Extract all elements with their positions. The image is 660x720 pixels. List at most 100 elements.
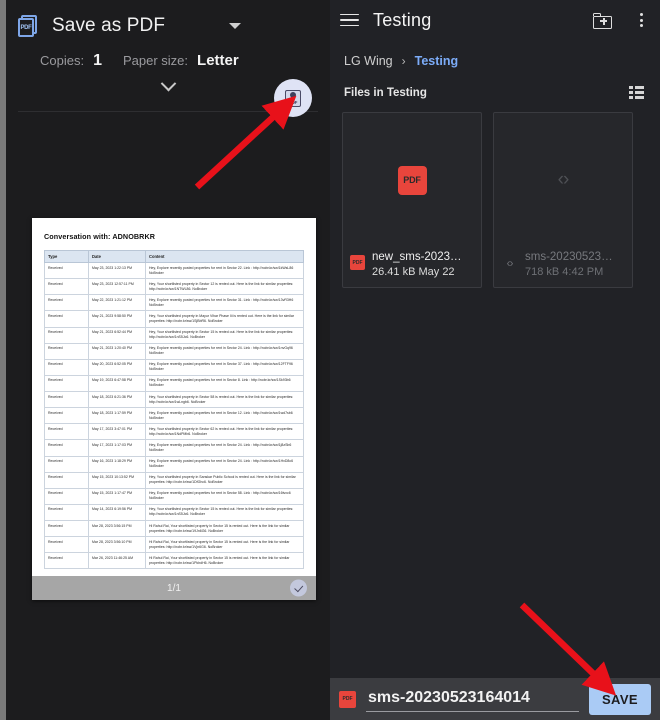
cell-content: Hi Rahul Rai, Your shortlisted property … [145, 553, 303, 569]
pdf-icon: PDF [339, 691, 356, 708]
cell-date: May 16, 2023 1:18:29 PM [89, 456, 146, 472]
cell-type: Received [45, 327, 89, 343]
cell-type: Received [45, 392, 89, 408]
cell-date: May 18, 2023 6:21:36 PM [89, 392, 146, 408]
list-view-icon[interactable] [629, 86, 644, 99]
column-header-type: Type [45, 251, 89, 263]
destination-label: Save as PDF [52, 15, 165, 37]
table-row: ReceivedMar 28, 2023 3:56:10 PMHi Rahul … [45, 537, 304, 553]
file-grid: PDF PDF new_sms-2023… 26.41 kB May 22 ‹› [330, 99, 660, 288]
file-picker-appbar: Testing [330, 0, 660, 40]
cell-date: May 15, 2023 1:17:47 PM [89, 488, 146, 504]
cell-content: Hey, Your shortlisted property in Sector… [145, 279, 303, 295]
table-row: ReceivedMay 23, 2023 1:22:13 PMHey, Expl… [45, 263, 304, 279]
document-heading: Conversation with: ADNOBRKR [44, 232, 304, 241]
paper-size-label: Paper size: [123, 53, 188, 68]
table-row: ReceivedMay 23, 2023 12:57:11 PMHey, You… [45, 279, 304, 295]
caret-down-icon[interactable] [229, 23, 241, 29]
save-button[interactable]: SAVE [589, 684, 651, 715]
cell-content: Hey, Your shortlisted property in Mayur … [145, 311, 303, 327]
pdf-preview-page[interactable]: Conversation with: ADNOBRKR Type Date Co… [32, 218, 316, 600]
filename-input[interactable] [366, 687, 579, 712]
file-card-code[interactable]: ‹› ‹› sms-20230523… 718 kB 4:42 PM [493, 112, 633, 288]
cell-type: Received [45, 456, 89, 472]
cell-type: Received [45, 537, 89, 553]
cell-type: Received [45, 375, 89, 391]
cell-date: May 18, 2023 1:17:59 PM [89, 408, 146, 424]
conversation-table-body: ReceivedMay 23, 2023 1:22:13 PMHey, Expl… [45, 263, 304, 569]
file-details: 718 kB 4:42 PM [525, 266, 613, 278]
header-divider [18, 111, 318, 112]
page-title: Testing [373, 10, 579, 31]
pdf-icon: PDF [398, 166, 427, 195]
cell-type: Received [45, 488, 89, 504]
table-row: ReceivedMay 15, 2023 10:13:52 PMHey, You… [45, 472, 304, 488]
preview-footer: 1/1 [32, 576, 316, 600]
file-card-pdf[interactable]: PDF PDF new_sms-2023… 26.41 kB May 22 [342, 112, 482, 288]
file-name: new_sms-2023… [372, 251, 461, 263]
cell-date: May 17, 2023 1:17:03 PM [89, 440, 146, 456]
cell-type: Received [45, 279, 89, 295]
cell-content: Hey, Explore recently posted properties … [145, 263, 303, 279]
cell-date: Mar 28, 2023 3:56:15 PM [89, 521, 146, 537]
cell-date: May 21, 2023 1:20:40 PM [89, 343, 146, 359]
cell-date: May 15, 2023 10:13:52 PM [89, 472, 146, 488]
table-row: ReceivedMay 22, 2023 1:21:12 PMHey, Expl… [45, 295, 304, 311]
screenshot-root: PDF Save as PDF Copies: 1 Paper size: Le… [0, 0, 660, 720]
cell-content: Hi Rahul Rai, Your shortlisted property … [145, 521, 303, 537]
table-row: ReceivedMay 14, 2023 6:19:56 PMHey, Your… [45, 504, 304, 520]
table-row: ReceivedMay 21, 2023 6:52:44 PMHey, Your… [45, 327, 304, 343]
pdf-icon-label: PDF [343, 696, 353, 702]
table-row: ReceivedMay 16, 2023 1:18:29 PMHey, Expl… [45, 456, 304, 472]
cell-date: May 23, 2023 1:22:13 PM [89, 263, 146, 279]
hamburger-menu-icon[interactable] [340, 14, 359, 27]
destination-row[interactable]: PDF Save as PDF [18, 9, 318, 43]
cell-content: Hi Rahul Rai, Your shortlisted property … [145, 537, 303, 553]
cell-type: Received [45, 521, 89, 537]
cell-type: Received [45, 359, 89, 375]
cell-date: Mar 26, 2023 11:46:25 AM [89, 553, 146, 569]
cell-date: May 22, 2023 1:21:12 PM [89, 295, 146, 311]
copies-value[interactable]: 1 [93, 52, 102, 70]
table-row: ReceivedMar 26, 2023 11:46:25 AMHi Rahul… [45, 553, 304, 569]
new-folder-icon[interactable] [593, 12, 614, 29]
cell-type: Received [45, 472, 89, 488]
cell-date: May 20, 2023 6:52:05 PM [89, 359, 146, 375]
paper-size-value[interactable]: Letter [197, 52, 239, 69]
table-row: ReceivedMay 17, 2023 1:17:03 PMHey, Expl… [45, 440, 304, 456]
table-row: ReceivedMar 28, 2023 3:56:15 PMHi Rahul … [45, 521, 304, 537]
document-body: Conversation with: ADNOBRKR Type Date Co… [32, 218, 316, 576]
table-row: ReceivedMay 18, 2023 6:21:36 PMHey, Your… [45, 392, 304, 408]
cell-content: Hey, Explore recently posted properties … [145, 359, 303, 375]
breadcrumb-item-testing[interactable]: Testing [415, 54, 459, 68]
file-name: sms-20230523… [525, 251, 613, 263]
print-settings-row: Copies: 1 Paper size: Letter [18, 43, 318, 70]
cell-type: Received [45, 408, 89, 424]
conversation-table: Type Date Content ReceivedMay 23, 2023 1… [44, 250, 304, 569]
file-picker-panel: Testing LG Wing › Testing Files in Testi… [330, 0, 660, 720]
cell-content: Hey, Your shortlisted property in Sanska… [145, 472, 303, 488]
cell-date: May 17, 2023 3:47:01 PM [89, 424, 146, 440]
cell-date: May 19, 2023 6:47:58 PM [89, 375, 146, 391]
file-details: 26.41 kB May 22 [372, 266, 461, 278]
breadcrumb-item-lg-wing[interactable]: LG Wing [344, 54, 393, 68]
cell-date: Mar 28, 2023 3:56:10 PM [89, 537, 146, 553]
cell-content: Hey, Explore recently posted properties … [145, 456, 303, 472]
expand-options-button[interactable] [18, 75, 318, 97]
cell-content: Hey, Explore recently posted properties … [145, 440, 303, 456]
cell-content: Hey, Explore recently posted properties … [145, 343, 303, 359]
table-row: ReceivedMay 21, 2023 1:20:40 PMHey, Expl… [45, 343, 304, 359]
cell-type: Received [45, 295, 89, 311]
more-vertical-icon[interactable] [632, 11, 650, 29]
code-file-icon: ‹› [558, 169, 569, 191]
breadcrumb-separator-icon: › [402, 54, 406, 68]
check-circle-icon[interactable] [290, 580, 307, 597]
code-file-icon: ‹› [501, 256, 518, 270]
save-pdf-fab-button[interactable]: PDF [274, 79, 312, 117]
cell-content: Hey, Your shortlisted property in Sector… [145, 392, 303, 408]
file-thumbnail: ‹› [494, 113, 632, 247]
column-header-date: Date [89, 251, 146, 263]
cell-type: Received [45, 263, 89, 279]
cell-date: May 14, 2023 6:19:56 PM [89, 504, 146, 520]
table-row: ReceivedMay 18, 2023 1:17:59 PMHey, Expl… [45, 408, 304, 424]
